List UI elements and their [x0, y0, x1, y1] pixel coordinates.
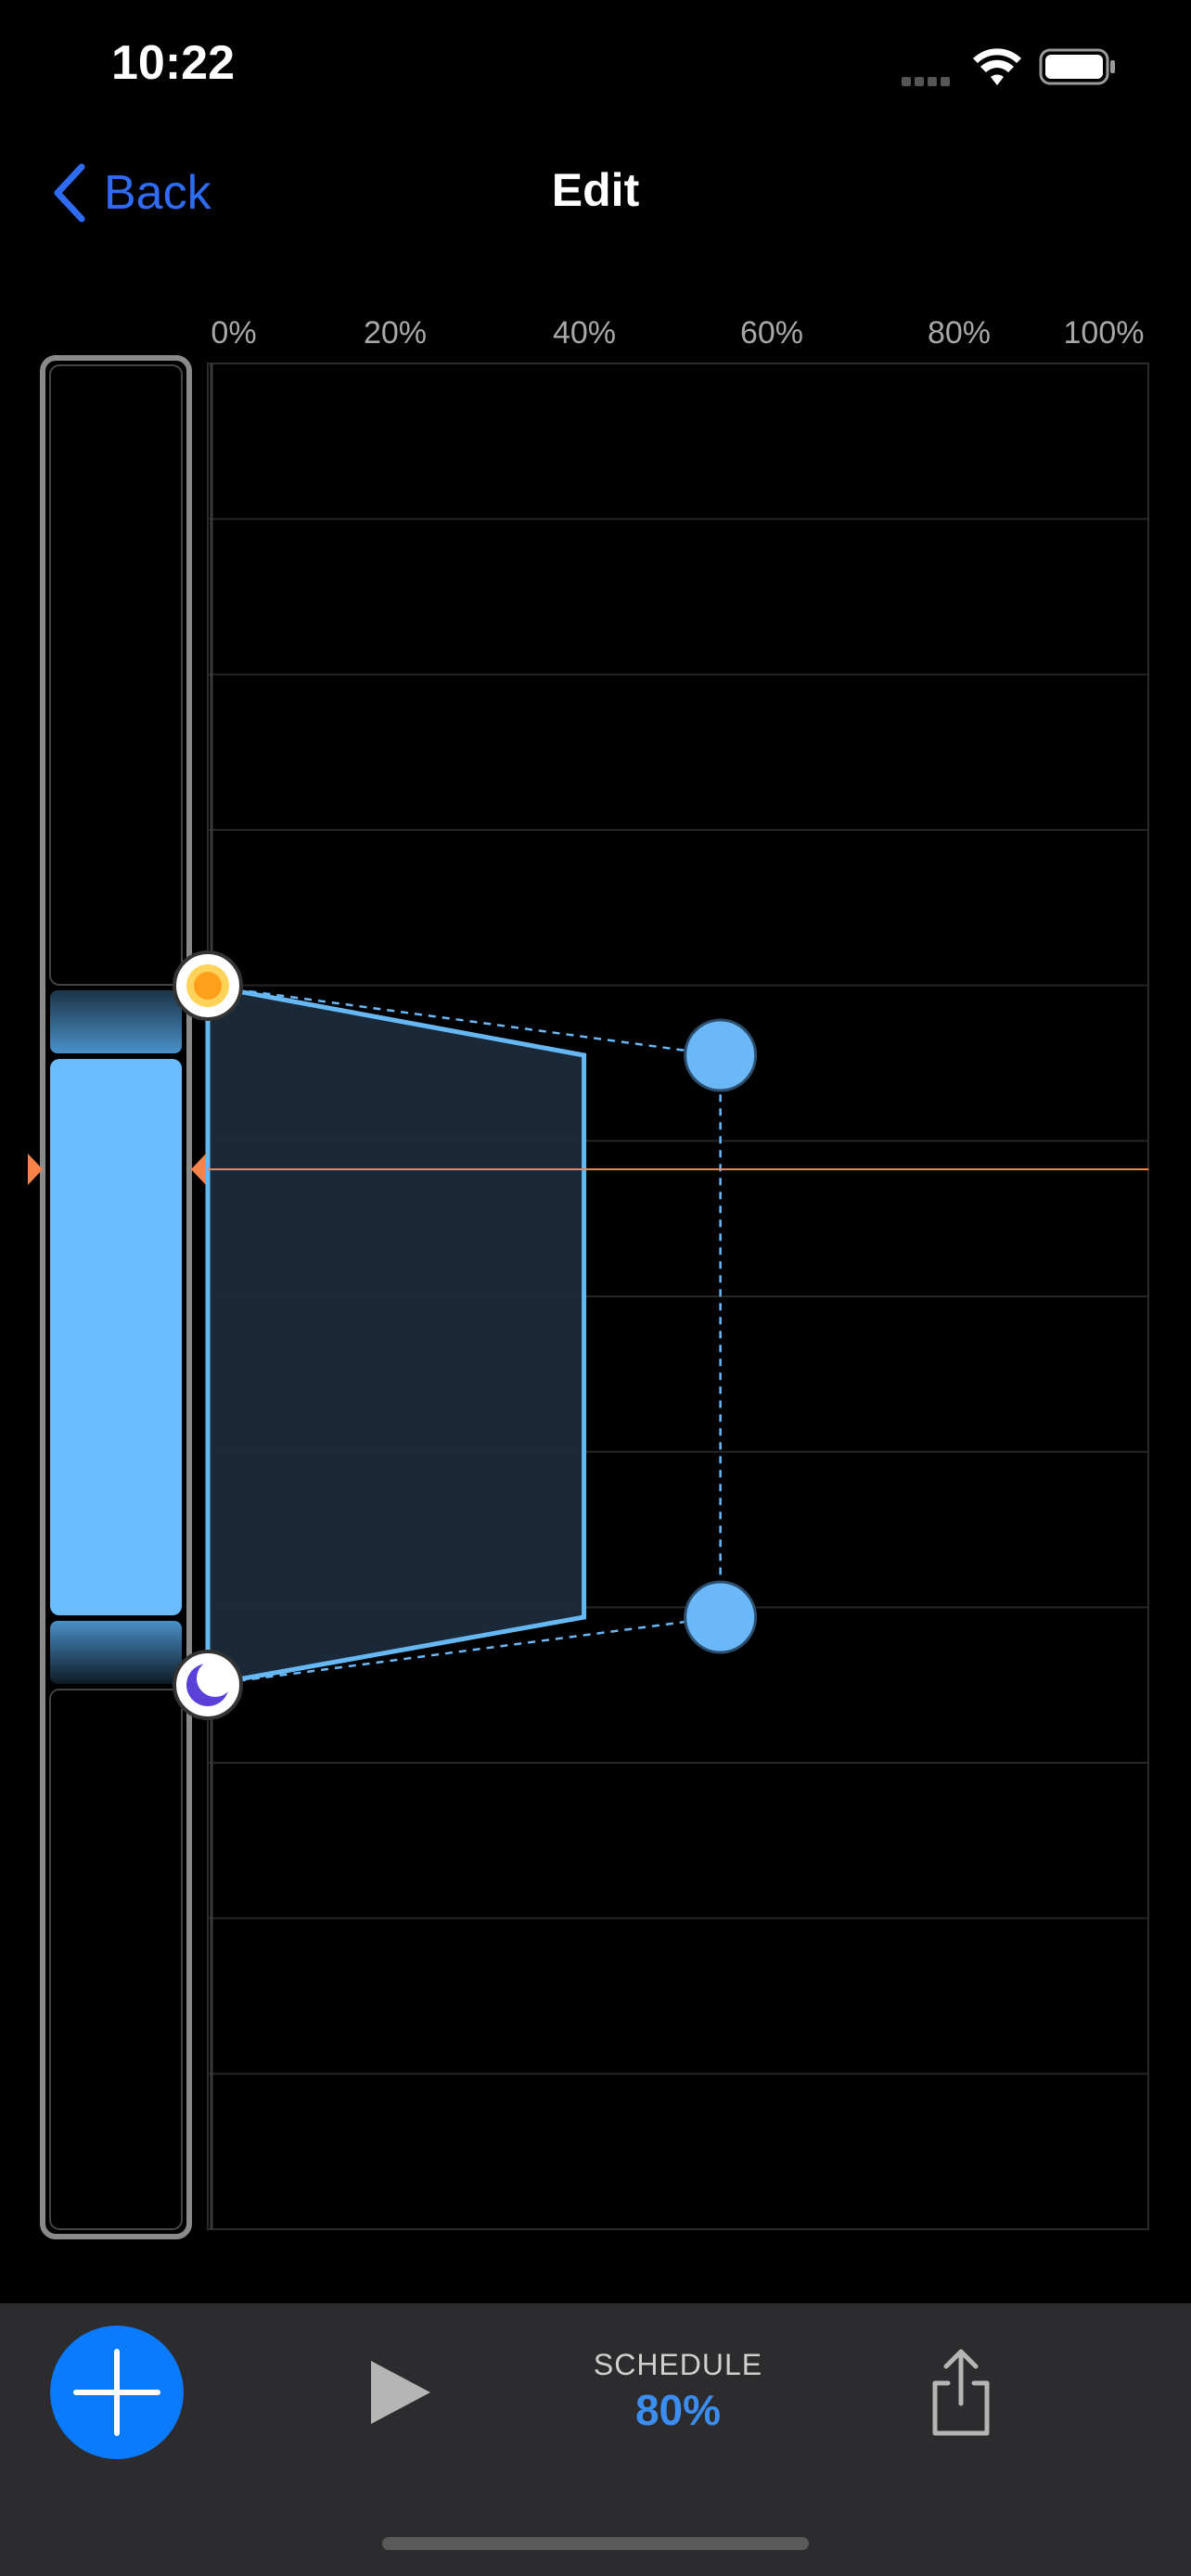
home-indicator: [382, 2537, 809, 2550]
plus-icon: [73, 2349, 160, 2436]
transition-segment-bottom: [50, 1621, 182, 1684]
schedule-value[interactable]: 80%: [558, 2385, 798, 2435]
day-timeline-bar[interactable]: [40, 355, 192, 2239]
share-icon: [932, 2349, 990, 2436]
transition-segment-top: [50, 990, 182, 1053]
play-icon: [371, 2361, 430, 2424]
schedule-chart: [28, 355, 1149, 2239]
handle-top[interactable]: [684, 1018, 758, 1092]
schedule-area: [205, 982, 587, 1688]
play-button[interactable]: [364, 2355, 438, 2429]
share-button[interactable]: [924, 2346, 998, 2439]
active-segment: [50, 1059, 182, 1615]
moon-icon[interactable]: [173, 1650, 243, 1720]
current-time-marker-right: [191, 1154, 206, 1185]
schedule-label: SCHEDULE: [593, 2348, 763, 2381]
add-button[interactable]: [50, 2326, 184, 2459]
sunrise-icon[interactable]: [173, 950, 243, 1021]
handle-bottom[interactable]: [684, 1580, 758, 1654]
